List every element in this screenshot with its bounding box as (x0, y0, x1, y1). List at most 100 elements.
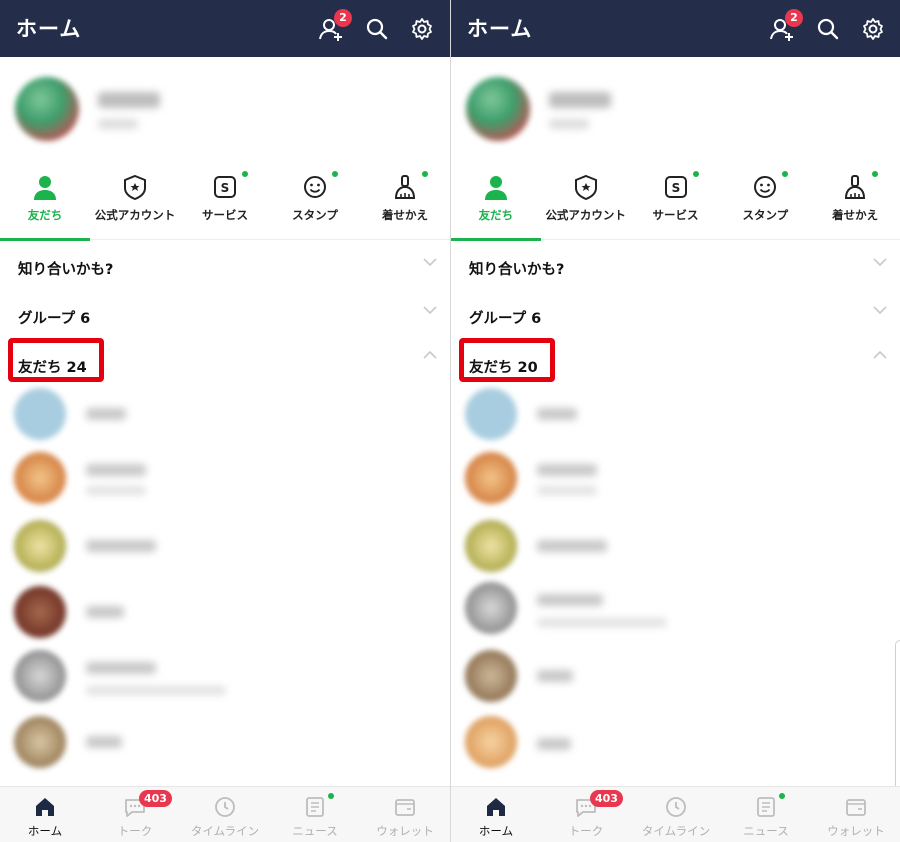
svg-text:S: S (671, 181, 680, 195)
tab-services[interactable]: S サービス (180, 167, 270, 240)
chevron-down-icon[interactable] (422, 304, 438, 316)
svg-text:S: S (221, 181, 230, 195)
search-button[interactable] (362, 14, 392, 44)
nav-timeline[interactable]: タイムライン (631, 787, 721, 842)
add-friend-button[interactable]: 2 (316, 9, 352, 44)
tab-label: スタンプ (292, 208, 338, 222)
my-profile[interactable] (451, 57, 900, 167)
tab-label: 友だち (478, 208, 514, 222)
friend-name-blurred (537, 670, 573, 682)
service-icon: S (211, 173, 239, 201)
tab-friends[interactable]: 友だち (0, 167, 90, 241)
clock-icon (664, 795, 688, 819)
official-account-icon (572, 173, 600, 201)
chevron-up-icon[interactable] (422, 349, 438, 361)
list-item[interactable] (465, 520, 607, 572)
avatar (14, 452, 66, 504)
tab-stickers[interactable]: スタンプ (270, 167, 360, 240)
friend-name-blurred (537, 464, 597, 476)
red-highlight-box (459, 338, 555, 382)
avatar (15, 77, 79, 141)
section-suggested-friends[interactable]: 知り合いかも? (18, 258, 113, 279)
tab-label: 公式アカウント (545, 208, 626, 222)
nav-home[interactable]: ホーム (0, 787, 90, 842)
settings-button[interactable] (858, 14, 888, 44)
chevron-down-icon[interactable] (872, 304, 888, 316)
tab-official-accounts[interactable]: 公式アカウント (541, 167, 631, 240)
app-header: ホーム 2 (451, 0, 900, 57)
unread-badge: 403 (139, 790, 172, 807)
avatar (14, 388, 66, 440)
nav-wallet[interactable]: ウォレット (811, 787, 900, 842)
person-icon (31, 173, 59, 201)
nav-label: ウォレット (827, 824, 885, 838)
tab-official-accounts[interactable]: 公式アカウント (90, 167, 180, 240)
chevron-down-icon[interactable] (422, 256, 438, 268)
list-item[interactable] (465, 716, 571, 768)
section-groups[interactable]: グループ 6 (18, 307, 90, 328)
nav-talk[interactable]: 403 トーク (541, 787, 631, 842)
avatar (465, 650, 517, 702)
new-dot (332, 171, 338, 177)
section-groups[interactable]: グループ 6 (469, 307, 541, 328)
scroll-handle[interactable] (895, 640, 900, 810)
page-title: ホーム (467, 17, 533, 41)
new-dot (422, 171, 428, 177)
avatar (465, 582, 517, 634)
notification-badge: 2 (785, 9, 803, 27)
unread-badge: 403 (590, 790, 623, 807)
page-title: ホーム (16, 17, 82, 41)
app-header: ホーム 2 (0, 0, 450, 57)
bottom-navigation: ホーム 403 トーク タイムライン ニュース ウォレット (451, 786, 900, 842)
chevron-down-icon[interactable] (872, 256, 888, 268)
nav-talk[interactable]: 403 トーク (90, 787, 180, 842)
nav-news[interactable]: ニュース (270, 787, 360, 842)
list-item[interactable] (14, 716, 122, 768)
list-item[interactable] (465, 388, 577, 440)
tab-friends[interactable]: 友だち (451, 167, 541, 241)
nav-wallet[interactable]: ウォレット (360, 787, 450, 842)
search-button[interactable] (813, 14, 843, 44)
new-dot (779, 793, 785, 799)
tab-stickers[interactable]: スタンプ (720, 167, 810, 240)
add-friend-button[interactable]: 2 (767, 9, 803, 44)
friend-status-blurred (537, 486, 597, 495)
friend-name-blurred (86, 464, 146, 476)
tab-label: サービス (202, 208, 248, 222)
my-profile[interactable] (0, 57, 450, 167)
active-tab-indicator (451, 238, 541, 241)
red-highlight-box (8, 338, 104, 382)
list-item[interactable] (465, 452, 597, 504)
list-item[interactable] (14, 650, 226, 702)
list-item[interactable] (14, 388, 126, 440)
list-item[interactable] (14, 452, 146, 504)
avatar (465, 520, 517, 572)
friend-status-blurred (537, 618, 667, 627)
nav-home[interactable]: ホーム (451, 787, 541, 842)
section-suggested-friends[interactable]: 知り合いかも? (469, 258, 564, 279)
nav-news[interactable]: ニュース (721, 787, 811, 842)
friend-name-blurred (537, 738, 571, 750)
profile-status-blurred (549, 119, 589, 129)
settings-button[interactable] (407, 14, 437, 44)
profile-name-blurred (98, 92, 160, 108)
list-item[interactable] (14, 586, 124, 638)
chevron-up-icon[interactable] (872, 349, 888, 361)
nav-timeline[interactable]: タイムライン (180, 787, 270, 842)
theme-brush-icon (391, 173, 419, 201)
list-item[interactable] (465, 582, 667, 634)
profile-status-blurred (98, 119, 138, 129)
avatar (465, 716, 517, 768)
search-icon (817, 18, 839, 40)
tab-label: 着せかえ (832, 208, 879, 222)
tab-themes[interactable]: 着せかえ (810, 167, 900, 240)
list-item[interactable] (14, 520, 156, 572)
home-icon (33, 795, 57, 819)
tab-themes[interactable]: 着せかえ (360, 167, 450, 240)
list-item[interactable] (465, 650, 573, 702)
avatar (14, 650, 66, 702)
friend-name-blurred (86, 736, 122, 748)
friend-name-blurred (86, 540, 156, 552)
clock-icon (213, 795, 237, 819)
tab-services[interactable]: S サービス (631, 167, 721, 240)
